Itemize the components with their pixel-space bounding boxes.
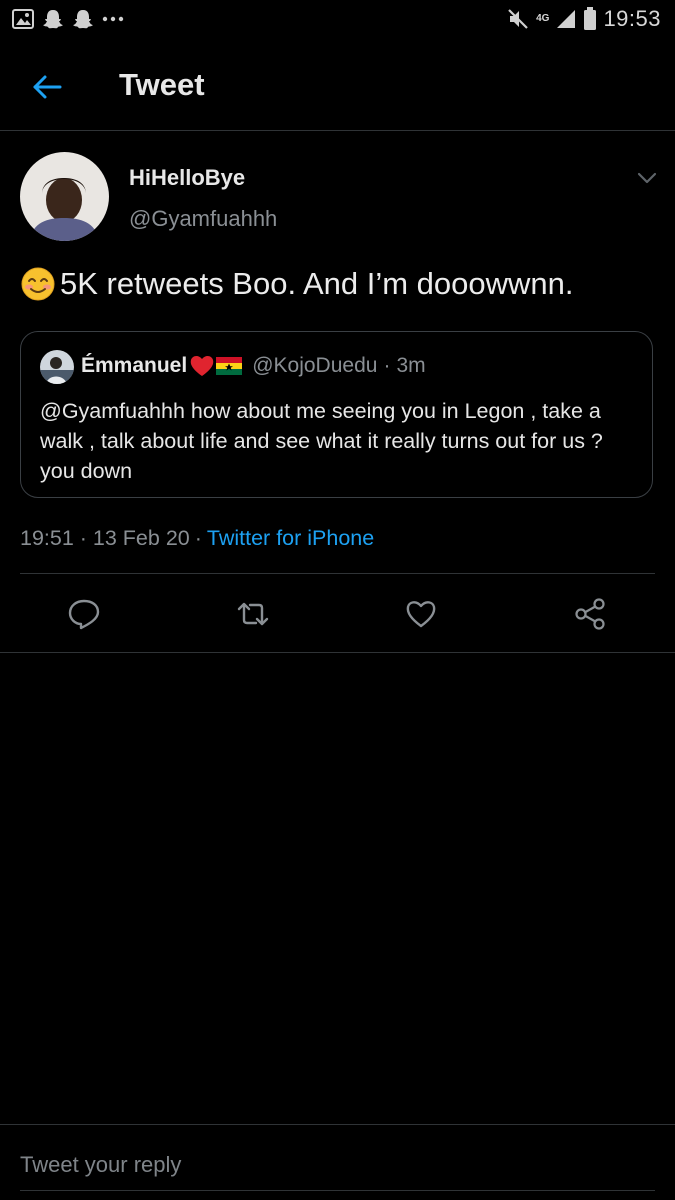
author-display-name[interactable]: HiHelloBye: [129, 165, 245, 191]
top-bar: Tweet: [0, 40, 675, 131]
status-bar: 4G 19:53: [0, 0, 675, 40]
back-button[interactable]: [30, 70, 64, 104]
snapchat-icon: [43, 10, 63, 29]
author-handle[interactable]: @Gyamfuahhh: [129, 206, 277, 232]
tweet-meta: 19:51 · 13 Feb 20 · Twitter for iPhone: [20, 526, 374, 551]
reply-icon: [68, 599, 100, 630]
reply-button[interactable]: [67, 597, 101, 631]
smiling-face-emoji: [21, 267, 55, 301]
meta-separator: ·: [194, 526, 202, 550]
clock: 19:53: [603, 6, 661, 31]
signal-icon: [557, 10, 576, 28]
more-dots-icon: [102, 16, 124, 22]
share-button[interactable]: [573, 597, 607, 631]
quoted-handle: @KojoDuedu: [252, 354, 378, 377]
page-title: Tweet: [119, 67, 205, 102]
snapchat-icon: [73, 10, 93, 29]
mute-icon: [508, 9, 528, 29]
tweet-source-link[interactable]: Twitter for iPhone: [207, 526, 374, 550]
battery-icon: [584, 7, 597, 30]
avatar-image: [20, 152, 109, 241]
ghana-flag-emoji: [216, 357, 243, 375]
status-bar-notifications: [12, 8, 124, 30]
reply-bar-divider: [0, 1124, 675, 1125]
quoted-display-name: Émmanuel: [81, 354, 188, 377]
quoted-tweet-header: Émmanuel @KojoDuedu · 3m: [81, 354, 426, 378]
tweet-text: 5K retweets Boo. And I’m dooowwnn.: [20, 266, 574, 302]
back-arrow-icon: [33, 75, 62, 99]
quoted-avatar-image: [40, 350, 74, 384]
reply-input-underline: [20, 1190, 655, 1191]
like-button[interactable]: [404, 597, 438, 631]
quoted-time-ago: 3m: [396, 354, 426, 377]
divider: [20, 573, 655, 574]
quoted-author-avatar: [40, 350, 74, 384]
gallery-icon: [12, 9, 34, 29]
quoted-separator: ·: [383, 354, 391, 377]
author-avatar[interactable]: [20, 152, 109, 241]
divider: [0, 652, 675, 653]
share-icon: [575, 598, 605, 630]
tweet-options-button[interactable]: [634, 165, 660, 191]
chevron-down-icon: [637, 172, 657, 184]
heart-icon: [406, 601, 436, 628]
tweet-body: 5K retweets Boo. And I’m dooowwnn.: [60, 266, 574, 301]
quoted-tweet-card[interactable]: Émmanuel @KojoDuedu · 3m @Gyamfuahhh how…: [20, 331, 653, 498]
status-bar-system: 4G 19:53: [506, 6, 661, 32]
red-heart-emoji: [190, 356, 214, 376]
tweet-timestamp: 19:51 · 13 Feb 20: [20, 526, 190, 550]
retweet-icon: [237, 602, 269, 626]
retweet-button[interactable]: [236, 597, 270, 631]
quoted-tweet-text: @Gyamfuahhh how about me seeing you in L…: [40, 399, 603, 483]
network-type: 4G: [536, 13, 550, 24]
reply-input[interactable]: [20, 1147, 650, 1183]
